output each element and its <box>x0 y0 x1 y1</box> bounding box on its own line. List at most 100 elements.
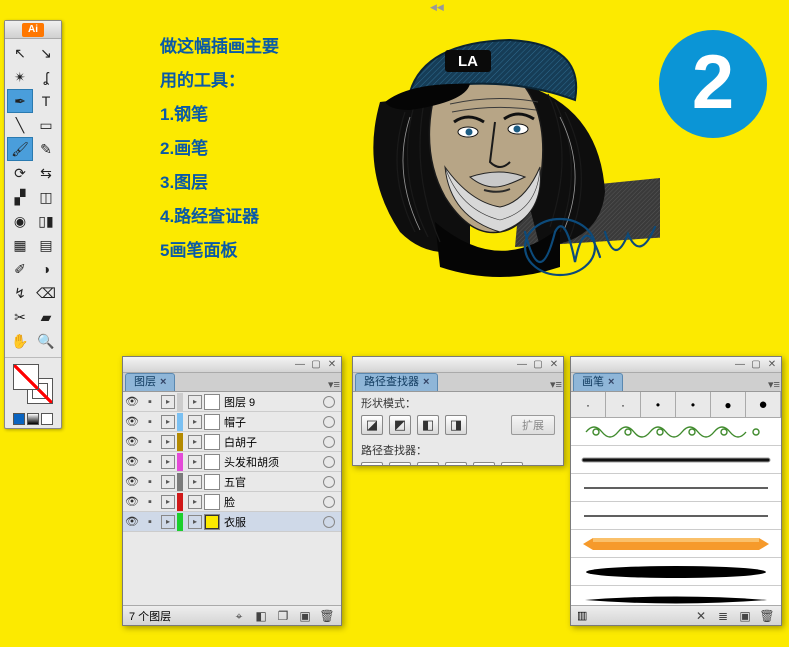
blend-tool[interactable]: ◑ <box>33 257 59 281</box>
outline-button[interactable]: ▢ <box>473 462 495 465</box>
scale-tool[interactable]: ▞ <box>7 185 33 209</box>
brush-size-4[interactable]: • <box>676 392 711 417</box>
locate-object-icon[interactable]: ⌖ <box>231 609 247 623</box>
fill-swatch[interactable] <box>13 364 39 390</box>
minimize-icon[interactable]: — <box>295 360 305 370</box>
visibility-toggle[interactable]: 👁 <box>123 515 141 528</box>
expand-layer-icon[interactable]: ▸ <box>161 475 175 489</box>
eraser-tool[interactable]: ⌫ <box>33 281 59 305</box>
target-ring-icon[interactable] <box>323 436 335 448</box>
brush-chalk[interactable] <box>571 446 781 474</box>
tools-panel-header[interactable]: Ai <box>5 21 61 39</box>
expand-layer-icon[interactable]: ▸ <box>161 515 175 529</box>
brush-size-1[interactable]: · <box>571 392 606 417</box>
layer-row[interactable]: 👁▪▸▸白胡子 <box>123 432 341 452</box>
maximize-icon[interactable]: ▢ <box>751 360 761 370</box>
expand-sublayer-icon[interactable]: ▸ <box>188 455 202 469</box>
brush-size-5[interactable]: ● <box>711 392 746 417</box>
layer-row[interactable]: 👁▪▸▸脸 <box>123 492 341 512</box>
symbol-sprayer-tool[interactable]: ↯ <box>7 281 33 305</box>
visibility-toggle[interactable]: 👁 <box>123 495 141 508</box>
close-icon[interactable]: ✕ <box>767 360 777 370</box>
merge-button[interactable]: ▣ <box>417 462 439 465</box>
expand-sublayer-icon[interactable]: ▸ <box>188 495 202 509</box>
expand-layer-icon[interactable]: ▸ <box>161 395 175 409</box>
expand-sublayer-icon[interactable]: ▸ <box>188 395 202 409</box>
fill-stroke-swatch[interactable] <box>5 360 61 410</box>
divide-button[interactable]: ▦ <box>361 462 383 465</box>
target-ring-icon[interactable] <box>323 396 335 408</box>
target-ring-icon[interactable] <box>323 496 335 508</box>
brush-banner[interactable] <box>571 530 781 558</box>
close-icon[interactable]: ✕ <box>549 360 559 370</box>
color-mode-gradient[interactable] <box>27 413 39 425</box>
remove-stroke-icon[interactable]: ✕ <box>693 609 709 623</box>
panel-menu-icon[interactable]: ▾≡ <box>549 378 563 391</box>
reflect-tool[interactable]: ⇆ <box>33 161 59 185</box>
target-ring-icon[interactable] <box>323 476 335 488</box>
trim-button[interactable]: ▩ <box>389 462 411 465</box>
intersect-button[interactable]: ◧ <box>417 415 439 435</box>
lock-toggle[interactable]: ▪ <box>141 416 159 428</box>
make-clipmask-icon[interactable]: ◧ <box>253 609 269 623</box>
layer-row[interactable]: 👁▪▸▸五官 <box>123 472 341 492</box>
tab-pathfinder[interactable]: 路径查找器× <box>355 373 438 391</box>
minimize-icon[interactable]: — <box>735 360 745 370</box>
layer-row[interactable]: 👁▪▸▸衣服 <box>123 512 341 532</box>
visibility-toggle[interactable]: 👁 <box>123 455 141 468</box>
magic-wand-tool[interactable]: ✴ <box>7 65 33 89</box>
color-mode-none[interactable] <box>41 413 53 425</box>
rotate-tool[interactable]: ⟳ <box>7 161 33 185</box>
zoom-tool[interactable]: 🔍 <box>33 329 59 353</box>
close-tab-icon[interactable]: × <box>608 376 614 388</box>
close-icon[interactable]: ✕ <box>327 360 337 370</box>
unite-button[interactable]: ◪ <box>361 415 383 435</box>
brush-size-6[interactable]: ● <box>746 392 781 417</box>
target-ring-icon[interactable] <box>323 516 335 528</box>
expand-layer-icon[interactable]: ▸ <box>161 415 175 429</box>
brush-options-icon[interactable]: ≣ <box>715 609 731 623</box>
layer-row[interactable]: 👁▪▸▸头发和胡须 <box>123 452 341 472</box>
expand-layer-icon[interactable]: ▸ <box>161 455 175 469</box>
brush-taper[interactable] <box>571 586 781 605</box>
lock-toggle[interactable]: ▪ <box>141 436 159 448</box>
expand-button[interactable]: 扩展 <box>511 415 555 435</box>
minus-back-button[interactable]: ◰ <box>501 462 523 465</box>
new-sublayer-icon[interactable]: ❐ <box>275 609 291 623</box>
expand-sublayer-icon[interactable]: ▸ <box>188 475 202 489</box>
pen-tool[interactable]: ✒ <box>7 89 33 113</box>
gradient-tool[interactable]: ▤ <box>33 233 59 257</box>
free-transform-tool[interactable]: ◫ <box>33 185 59 209</box>
brush-oval[interactable] <box>571 558 781 586</box>
eyedropper-tool[interactable]: ✐ <box>7 257 33 281</box>
panel-menu-icon[interactable]: ▾≡ <box>327 378 341 391</box>
target-ring-icon[interactable] <box>323 416 335 428</box>
tab-layers[interactable]: 图层× <box>125 373 175 391</box>
graph-tool[interactable]: ▯▮ <box>33 209 59 233</box>
lock-toggle[interactable]: ▪ <box>141 516 159 528</box>
expand-sublayer-icon[interactable]: ▸ <box>188 435 202 449</box>
delete-layer-icon[interactable]: 🗑 <box>319 609 335 623</box>
minimize-icon[interactable]: — <box>517 360 527 370</box>
visibility-toggle[interactable]: 👁 <box>123 395 141 408</box>
delete-brush-icon[interactable]: 🗑 <box>759 609 775 623</box>
visibility-toggle[interactable]: 👁 <box>123 475 141 488</box>
close-tab-icon[interactable]: × <box>423 376 429 388</box>
brush-size-3[interactable]: • <box>641 392 676 417</box>
brush-thin[interactable] <box>571 474 781 502</box>
layer-row[interactable]: 👁▪▸▸帽子 <box>123 412 341 432</box>
panel-collapse-toggle[interactable]: ◀◀ <box>430 2 446 10</box>
slice-tool[interactable]: ▰ <box>33 305 59 329</box>
lock-toggle[interactable]: ▪ <box>141 476 159 488</box>
panel-menu-icon[interactable]: ▾≡ <box>767 378 781 391</box>
line-tool[interactable]: ╲ <box>7 113 33 137</box>
rectangle-tool[interactable]: ▭ <box>33 113 59 137</box>
maximize-icon[interactable]: ▢ <box>533 360 543 370</box>
expand-layer-icon[interactable]: ▸ <box>161 435 175 449</box>
expand-sublayer-icon[interactable]: ▸ <box>188 515 202 529</box>
new-brush-icon[interactable]: ▣ <box>737 609 753 623</box>
target-ring-icon[interactable] <box>323 456 335 468</box>
warp-tool[interactable]: ◉ <box>7 209 33 233</box>
crop-button[interactable]: ◫ <box>445 462 467 465</box>
brush-thin-2[interactable] <box>571 502 781 530</box>
